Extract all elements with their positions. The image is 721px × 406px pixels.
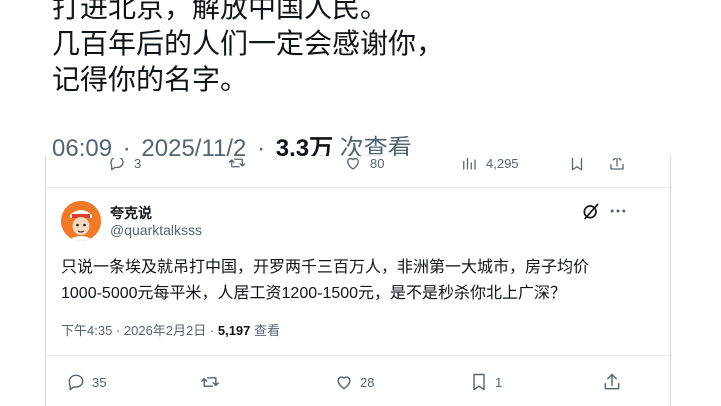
bookmark-icon xyxy=(571,158,583,171)
avatar-image xyxy=(61,201,101,241)
share-icon xyxy=(604,373,620,390)
like-button[interactable]: 28 xyxy=(334,372,374,392)
reply-icon xyxy=(68,374,84,391)
share-icon xyxy=(610,158,624,170)
views-action[interactable]: 4,295 xyxy=(460,158,519,172)
top-tweet-text: 打进北京，解放中国人民。 几百年后的人们一定会感谢你， 记得你的名字。 xyxy=(52,0,444,98)
retweet-button[interactable] xyxy=(200,372,220,392)
retweet-icon xyxy=(200,377,220,387)
analytics-icon xyxy=(463,158,476,170)
share-action[interactable] xyxy=(608,158,626,172)
reply-icon xyxy=(110,158,124,171)
reply-meta: 下午4:35 · 2026年2月2日 · 5,197 查看 xyxy=(61,323,281,338)
reply-text: 只说一条埃及就吊打中国，开罗两千三百万人，非洲第一大城市，房子均价 1000-5… xyxy=(61,255,661,307)
like-count: 28 xyxy=(360,374,375,390)
bookmark-action[interactable] xyxy=(568,158,586,172)
reply-text-line: 只说一条埃及就吊打中国，开罗两千三百万人，非洲第一大城市，房子均价 xyxy=(61,259,590,276)
divider xyxy=(46,187,670,188)
more-options-icon[interactable] xyxy=(608,201,628,221)
grok-icon[interactable] xyxy=(581,201,601,221)
bookmark-count: 1 xyxy=(495,374,503,390)
divider xyxy=(46,355,670,356)
share-button[interactable] xyxy=(602,372,622,392)
bookmark-icon xyxy=(473,373,485,391)
display-name[interactable]: 夸克说 xyxy=(110,203,152,223)
reply-views-count: 5,197 xyxy=(217,323,251,338)
reply-views-label: 查看 xyxy=(254,323,281,338)
previous-tweet-actions: 3 80 4,295 xyxy=(60,158,660,176)
reply-count: 3 xyxy=(134,158,142,171)
top-tweet-line: 几百年后的人们一定会感谢你， xyxy=(52,28,445,59)
top-tweet-line: 记得你的名字。 xyxy=(52,64,249,95)
heart-icon xyxy=(347,158,359,170)
retweet-icon xyxy=(228,158,246,168)
reply-time[interactable]: 下午4:35 xyxy=(61,323,112,338)
user-handle[interactable]: @quarktalksss xyxy=(110,222,202,238)
retweet-action[interactable] xyxy=(228,158,246,172)
views-count-small: 4,295 xyxy=(486,158,519,171)
reply-count: 35 xyxy=(92,374,107,390)
heart-icon xyxy=(337,376,351,390)
bookmark-button[interactable]: 1 xyxy=(469,372,502,392)
reply-date[interactable]: 2026年2月2日 xyxy=(124,323,206,338)
reply-action[interactable]: 3 xyxy=(108,158,141,172)
top-tweet-line: 打进北京，解放中国人民。 xyxy=(52,0,389,23)
reply-button[interactable]: 35 xyxy=(66,372,106,392)
reply-text-line: 1000-5000元每平米，人居工资1200-1500元，是不是秒杀你北上广深？ xyxy=(61,285,567,302)
like-count: 80 xyxy=(370,158,385,171)
avatar[interactable] xyxy=(61,201,101,241)
like-action[interactable]: 80 xyxy=(344,158,384,172)
